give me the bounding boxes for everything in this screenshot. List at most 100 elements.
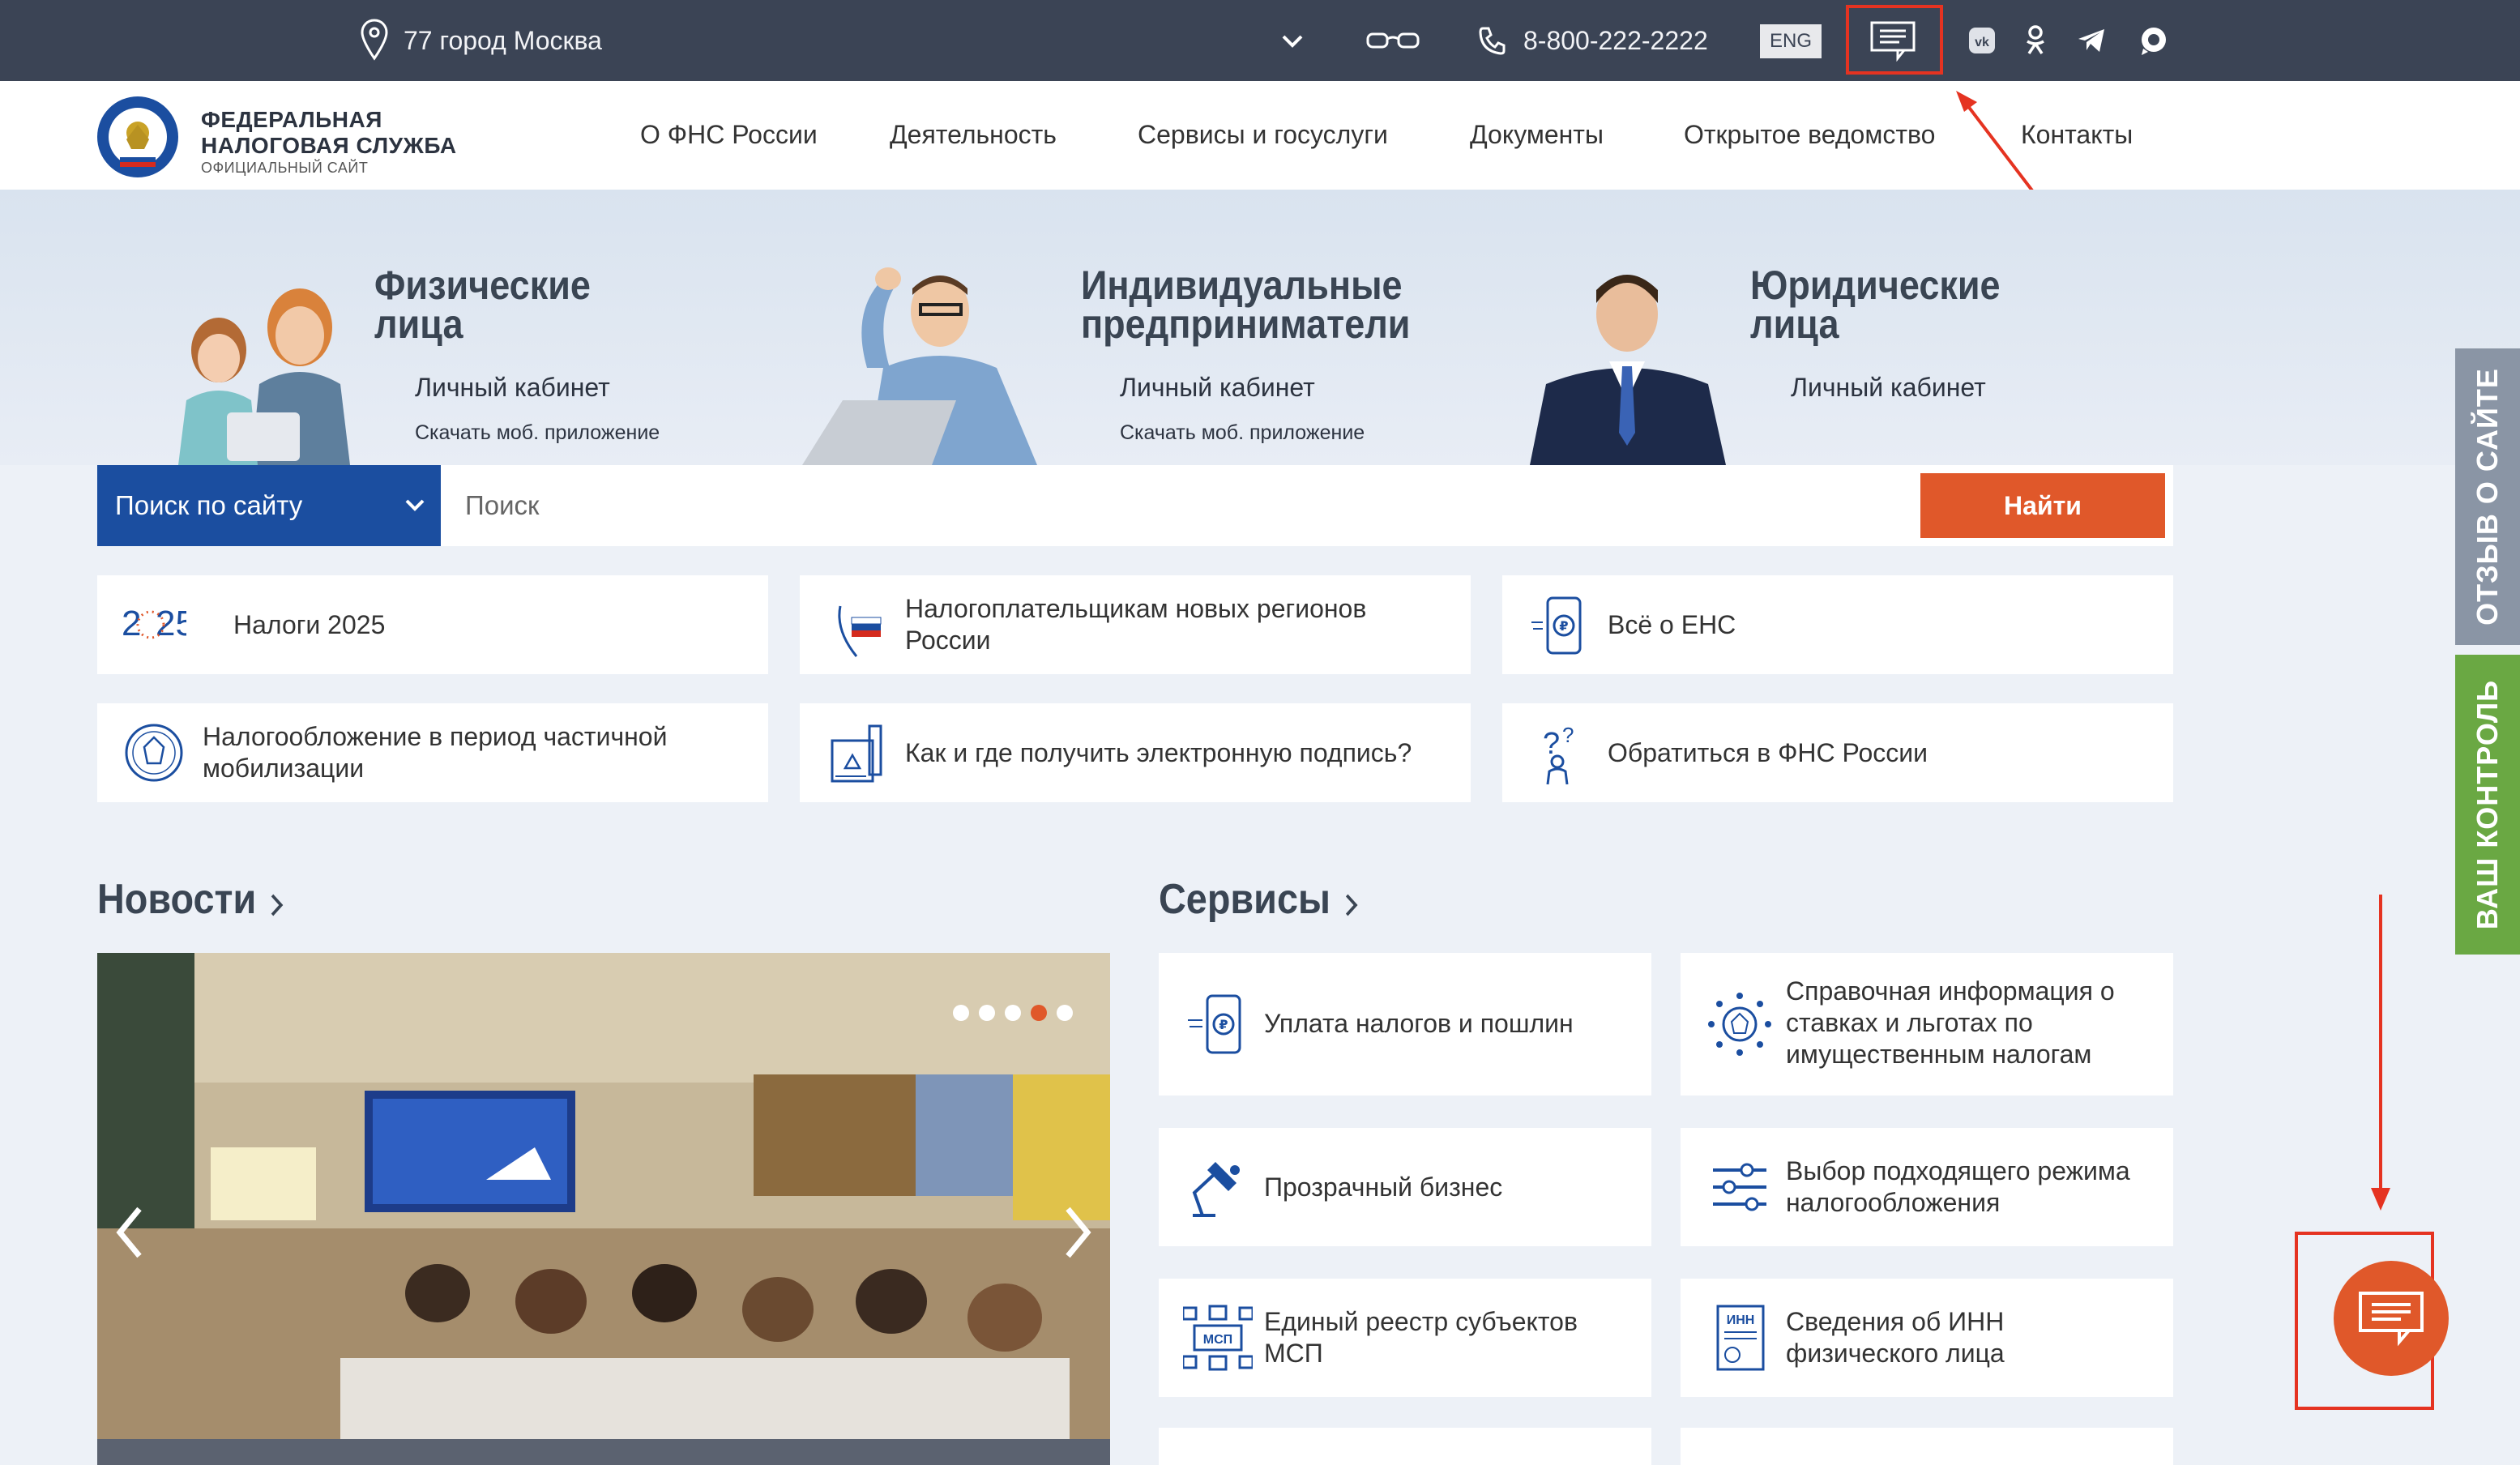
nav-open-agency[interactable]: Открытое ведомство: [1684, 120, 1935, 150]
carousel-dots: [953, 1005, 1073, 1021]
site-search: Поиск по сайту Найти: [97, 465, 2173, 546]
msp-registry-icon: МСП: [1183, 1305, 1253, 1371]
nav-services[interactable]: Сервисы и госуслуги: [1138, 120, 1388, 150]
entrepreneurs-illustration: [802, 267, 1037, 465]
legal-entities-illustration: [1530, 275, 1726, 465]
individuals-title-line2: лица: [374, 301, 463, 347]
svg-text:₽: ₽: [1559, 618, 1568, 634]
fns-logo-emblem[interactable]: [94, 92, 182, 182]
service-msp-registry[interactable]: МСП Единый реестр субъектов МСП: [1159, 1279, 1651, 1397]
phone-icon: [1479, 27, 1506, 55]
service-card-partial[interactable]: [1681, 1428, 2173, 1465]
services-heading[interactable]: Сервисы: [1159, 875, 1360, 924]
service-label: Единый реестр субъектов МСП: [1264, 1307, 1578, 1368]
legal-entities-cabinet-link[interactable]: Личный кабинет: [1791, 373, 1986, 403]
tile-e-signature[interactable]: Как и где получить электронную подпись?: [800, 703, 1471, 802]
service-label: Справочная информация о ставках и льгота…: [1786, 976, 2115, 1069]
main-header: ФЕДЕРАЛЬНАЯ НАЛОГОВАЯ СЛУЖБА ОФИЦИАЛЬНЫЙ…: [0, 81, 2520, 190]
region-selector[interactable]: 77 город Москва: [404, 26, 602, 56]
chevron-right-icon: [271, 894, 284, 916]
service-inn-info[interactable]: ИНН Сведения об ИНН физического лица: [1681, 1279, 2173, 1397]
carousel-dot[interactable]: [979, 1005, 995, 1021]
entrepreneurs-title-line1: Индивидуальные: [1081, 263, 1403, 308]
chevron-down-icon[interactable]: [1280, 32, 1305, 50]
carousel-prev-arrow[interactable]: [113, 1204, 146, 1261]
your-control-tab[interactable]: ВАШ КОНТРОЛЬ: [2455, 655, 2520, 955]
entrepreneurs-title[interactable]: Индивидуальные предприниматели: [1081, 263, 1411, 347]
annotation-highlight-box: [1846, 5, 1943, 75]
search-button[interactable]: Найти: [1920, 473, 2165, 538]
service-card-partial[interactable]: [1159, 1428, 1651, 1465]
search-scope-select[interactable]: Поиск по сайту: [97, 465, 441, 546]
your-control-label: ВАШ КОНТРОЛЬ: [2471, 679, 2504, 930]
service-property-rates[interactable]: Справочная информация о ставках и льгота…: [1681, 953, 2173, 1096]
svg-text:25: 25: [156, 604, 186, 643]
individuals-illustration: [178, 288, 350, 465]
entrepreneurs-title-line2: предприниматели: [1081, 301, 1411, 347]
news-heading-label: Новости: [97, 876, 257, 923]
site-logo-text[interactable]: ФЕДЕРАЛЬНАЯ НАЛОГОВАЯ СЛУЖБА ОФИЦИАЛЬНЫЙ…: [201, 107, 457, 177]
individuals-title[interactable]: Физические лица: [374, 263, 591, 347]
tile-ens[interactable]: ₽ Всё о ЕНС: [1502, 575, 2173, 674]
individuals-title-line1: Физические: [374, 263, 591, 308]
nav-activity[interactable]: Деятельность: [890, 120, 1057, 150]
phone-ruble-icon: ₽: [1531, 596, 1582, 655]
location-pin-icon: [361, 19, 388, 61]
news-photo-classroom: [97, 953, 1110, 1465]
glasses-icon[interactable]: [1365, 29, 1421, 52]
individuals-cabinet-link[interactable]: Личный кабинет: [415, 373, 610, 403]
logo-line-2: НАЛОГОВАЯ СЛУЖБА: [201, 133, 457, 158]
tile-label: Налогоплательщикам новых регионов России: [905, 594, 1367, 655]
logo-line-1: ФЕДЕРАЛЬНАЯ: [201, 107, 382, 132]
service-pay-taxes[interactable]: ₽ Уплата налогов и пошлин: [1159, 953, 1651, 1096]
svg-text:?: ?: [1562, 723, 1574, 747]
tile-contact-fns[interactable]: ? ? Обратиться в ФНС России: [1502, 703, 2173, 802]
vk-icon[interactable]: vk: [1967, 26, 1997, 55]
floating-chat-button[interactable]: [2334, 1261, 2449, 1376]
search-scope-label: Поиск по сайту: [115, 490, 303, 520]
chat-message-icon: [2359, 1292, 2424, 1347]
carousel-dot[interactable]: [953, 1005, 969, 1021]
hotline-phone[interactable]: 8-800-222-2222: [1523, 26, 1708, 56]
telegram-icon[interactable]: [2076, 26, 2107, 55]
carousel-next-arrow[interactable]: [1061, 1204, 1094, 1261]
odnoklassniki-icon[interactable]: [2024, 24, 2047, 57]
svg-text:₽: ₽: [1219, 1017, 1228, 1032]
service-transparent-business[interactable]: Прозрачный бизнес: [1159, 1128, 1651, 1246]
tile-taxes-2025[interactable]: 2 25 Налоги 2025: [97, 575, 768, 674]
entrepreneurs-app-link[interactable]: Скачать моб. приложение: [1120, 421, 1365, 445]
logo-subtitle: ОФИЦИАЛЬНЫЙ САЙТ: [201, 160, 369, 176]
legal-entities-title[interactable]: Юридические лица: [1750, 263, 2001, 344]
site-feedback-tab[interactable]: ОТЗЫВ О САЙТЕ: [2455, 348, 2520, 645]
legal-entities-title-line1: Юридические: [1750, 263, 2001, 308]
carousel-dot[interactable]: [1031, 1005, 1047, 1021]
news-heading[interactable]: Новости: [97, 875, 286, 924]
news-carousel[interactable]: [97, 953, 1110, 1465]
svg-text:ИНН: ИНН: [1727, 1313, 1755, 1327]
question-person-icon: ? ?: [1543, 723, 1574, 785]
nav-about[interactable]: О ФНС России: [640, 120, 818, 150]
svg-text:МСП: МСП: [1203, 1333, 1232, 1347]
tile-new-regions[interactable]: Налогоплательщикам новых регионов России: [800, 575, 1471, 674]
max-messenger-icon[interactable]: [2138, 24, 2170, 57]
svg-text:2: 2: [122, 604, 141, 643]
entrepreneurs-cabinet-link[interactable]: Личный кабинет: [1120, 373, 1315, 403]
individuals-app-link[interactable]: Скачать моб. приложение: [415, 421, 660, 445]
service-label: Уплата налогов и пошлин: [1264, 1009, 1574, 1038]
service-tax-regime[interactable]: Выбор подходящего режима налогообложения: [1681, 1128, 2173, 1246]
search-input[interactable]: [441, 465, 1883, 546]
services-heading-label: Сервисы: [1159, 876, 1330, 923]
english-version-button[interactable]: ENG: [1760, 24, 1822, 58]
audience-hero: Физические лица Личный кабинет Скачать м…: [0, 190, 2520, 465]
carousel-dot[interactable]: [1057, 1005, 1073, 1021]
tile-mobilization[interactable]: Налогообложение в период частичной мобил…: [97, 703, 768, 802]
tile-label: Всё о ЕНС: [1608, 609, 1736, 639]
svg-text:vk: vk: [1975, 36, 1989, 49]
map-pin-flag-icon: [838, 605, 882, 657]
nav-documents[interactable]: Документы: [1470, 120, 1604, 150]
service-label: Прозрачный бизнес: [1264, 1172, 1503, 1202]
document-sign-icon: [831, 724, 882, 783]
tile-label: Налоги 2025: [233, 609, 386, 639]
carousel-dot[interactable]: [1005, 1005, 1021, 1021]
annotation-arrowhead: [2371, 1188, 2390, 1211]
